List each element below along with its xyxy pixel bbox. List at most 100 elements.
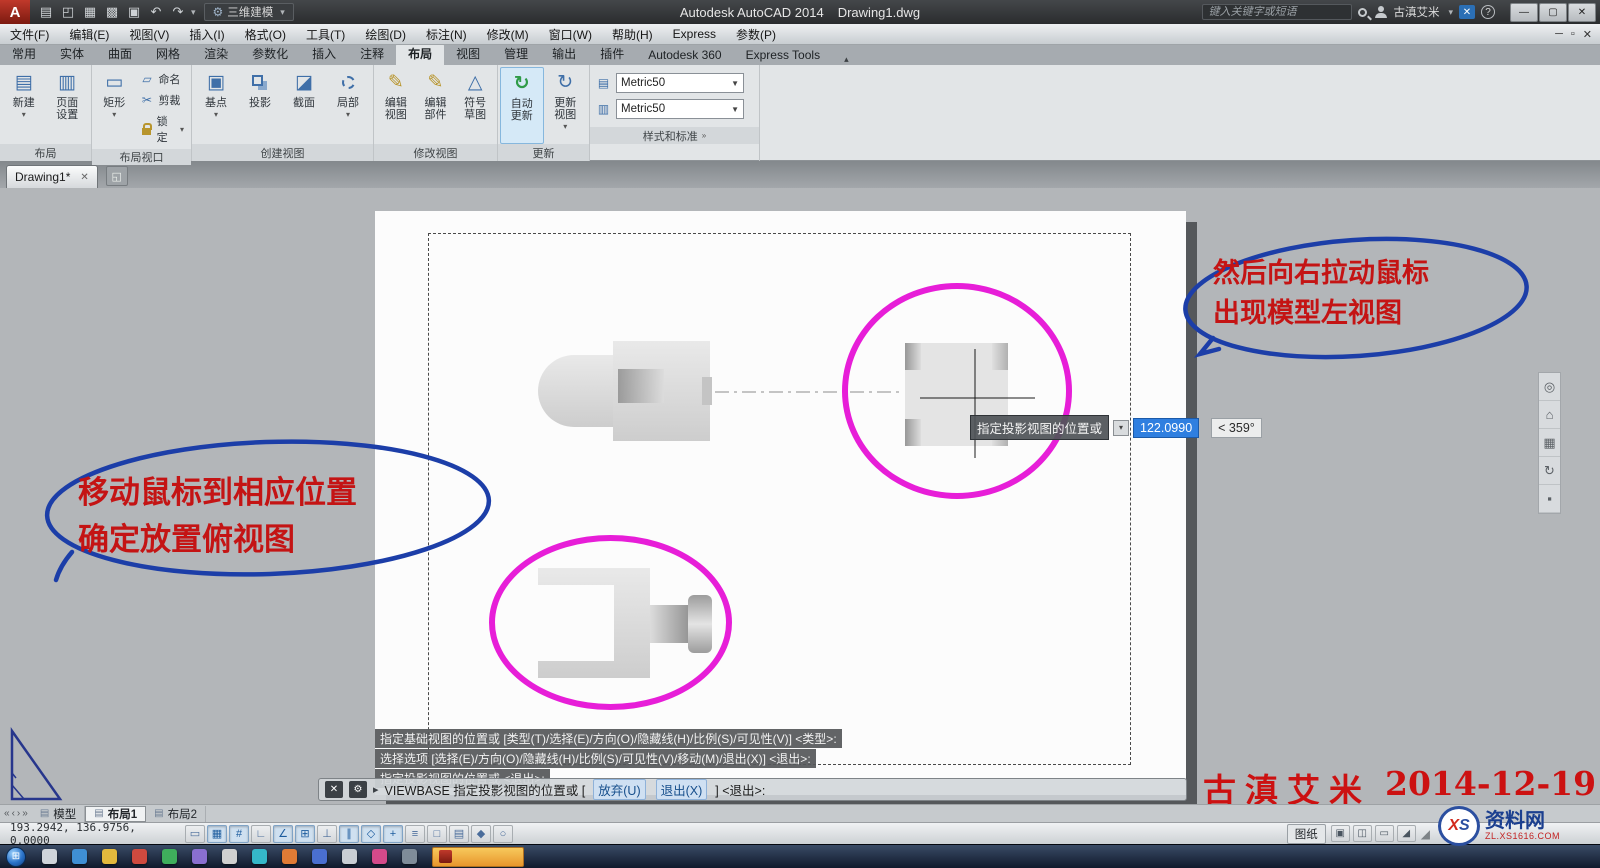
status-toggle-icon[interactable]: # [229,825,249,843]
menu-item[interactable]: 绘图(D) [355,24,416,45]
status-toggle-icon[interactable]: ▭ [185,825,205,843]
status-toggle-icon[interactable]: □ [427,825,447,843]
showmotion-icon[interactable]: ▪ [1539,485,1560,513]
command-history-toggle-icon[interactable]: ▸ [373,783,379,796]
status-toggle-icon[interactable]: ∟ [251,825,271,843]
menu-item[interactable]: 帮助(H) [602,24,663,45]
orbit-icon[interactable]: ↻ [1539,457,1560,485]
viewport-rect-button[interactable]: ▭ 矩形 ▾ [94,67,134,149]
ribbon-tab[interactable]: 输出 [540,43,588,65]
qat-icon[interactable]: ▩ [102,3,122,21]
section-view-button[interactable]: ◪ 截面 [282,67,326,144]
command-option-exit[interactable]: 退出(X) [656,779,708,800]
panel-title[interactable]: 布局 [0,144,91,161]
drawing-canvas[interactable]: 移动鼠标到相应位置 确定放置俯视图 然后向右拉动鼠标 出现模型左视图 古滇艾米 … [0,188,1600,804]
autocad-logo-icon[interactable]: A [0,0,30,24]
detail-view-button[interactable]: 局部 ▾ [326,67,370,144]
ribbon-tab[interactable]: 视图 [444,43,492,65]
projected-view-button[interactable]: 投影 [238,67,282,144]
panel-title[interactable]: 布局视口 [92,149,191,165]
taskbar-app-icon[interactable] [274,846,304,868]
new-layout-button[interactable]: ▤ 新建 ▾ [2,67,46,144]
doc-window-control[interactable]: ▫ [1571,28,1575,41]
search-icon[interactable] [1358,8,1367,17]
search-input[interactable] [1202,4,1352,20]
taskbar-app-icon[interactable] [184,846,214,868]
menu-item[interactable]: 编辑(E) [59,24,119,45]
edit-components-button[interactable]: ✎ 编辑 部件 [416,67,456,144]
auto-update-button[interactable]: ↻ 自动 更新 [500,67,544,144]
window-control-button[interactable]: ▢ [1539,3,1567,22]
dynamic-input-options-icon[interactable]: ▾ [1113,420,1129,436]
layout-tab-nav[interactable]: « ‹ › » [0,808,32,819]
panel-title[interactable]: 创建视图 [192,144,373,161]
status-toggle-icon[interactable]: + [383,825,403,843]
panel-title[interactable]: 修改视图 [374,144,497,161]
ribbon-tab[interactable]: 插件 [588,43,636,65]
layout-tab[interactable]: ▤ 模型 [32,806,85,822]
paper-model-toggle[interactable]: 图纸 [1287,824,1326,844]
first-tab-icon[interactable]: « [4,808,10,819]
last-tab-icon[interactable]: » [22,808,28,819]
ribbon-tab[interactable]: 常用 [0,43,48,65]
steering-wheel-icon[interactable]: ◎ [1539,373,1560,401]
status-toggle-icon[interactable]: ≡ [405,825,425,843]
panel-expander-icon[interactable]: » [702,131,706,140]
command-line[interactable]: ✕ ⚙ ▸ VIEWBASE 指定投影视图的位置或 [ 放弃(U) 退出(X) … [318,778,1187,801]
edit-view-button[interactable]: ✎ 编辑 视图 [376,67,416,144]
named-viewport-button[interactable]: ▱命名 [136,70,187,88]
layout-paper[interactable] [375,211,1186,795]
ribbon-tab[interactable]: Express Tools [734,46,832,65]
qat-icon[interactable]: ◰ [58,3,78,21]
zoom-icon[interactable]: ▦ [1539,429,1560,457]
menu-item[interactable]: 标注(N) [416,24,477,45]
panel-title[interactable]: 样式和标准 » [590,127,759,144]
qat-icon[interactable]: ▦ [80,3,100,21]
command-option-undo[interactable]: 放弃(U) [593,779,645,800]
distance-input[interactable]: 122.0990 [1133,418,1199,438]
status-toggle-icon[interactable]: ∠ [273,825,293,843]
qat-icon[interactable]: ↶ [146,3,166,21]
workspace-switcher[interactable]: ⚙ 三维建模 ▾ [204,3,294,21]
layout-tab[interactable]: ▤ 布局2 [146,806,206,822]
ribbon-tab[interactable]: 管理 [492,43,540,65]
ribbon-tab[interactable]: 插入 [300,43,348,65]
window-control-button[interactable]: — [1510,3,1538,22]
clip-viewport-button[interactable]: ✂剪裁 [136,91,187,109]
ribbon-tab[interactable]: 曲面 [96,43,144,65]
next-tab-icon[interactable]: › [17,808,20,819]
ribbon-tab[interactable]: 布局 [396,43,444,65]
status-toggle-icon[interactable]: ⊥ [317,825,337,843]
panel-title[interactable]: 更新 [498,144,589,161]
pan-icon[interactable]: ⌂ [1539,401,1560,429]
ribbon-tab[interactable]: 实体 [48,43,96,65]
chevron-down-icon[interactable]: ▾ [1448,7,1453,18]
status-toggle-icon[interactable]: ◆ [471,825,491,843]
doc-window-control[interactable]: ✕ [1583,28,1592,41]
status-right-icon[interactable]: ▣ [1331,825,1350,842]
qat-icon[interactable]: ▣ [124,3,144,21]
status-toggle-icon[interactable]: ◇ [361,825,381,843]
menu-item[interactable]: Express [663,24,726,45]
status-toggle-icon[interactable]: ∥ [339,825,359,843]
file-tab-drawing1[interactable]: Drawing1* ✕ [6,165,98,188]
close-icon[interactable]: ✕ [325,781,343,798]
status-right-icon[interactable]: ▭ [1375,825,1394,842]
help-icon[interactable]: ? [1481,5,1495,19]
ribbon-tab[interactable]: Autodesk 360 [636,46,733,65]
status-right-icon[interactable]: ◫ [1353,825,1372,842]
taskbar-active-app[interactable] [432,847,524,867]
status-right-icon[interactable]: ◢ [1397,825,1416,842]
page-setup-button[interactable]: ▥ 页面 设置 [46,67,90,144]
ribbon-tab[interactable]: 网格 [144,43,192,65]
lock-viewport-button[interactable]: 锁定▾ [136,112,187,146]
menu-item[interactable]: 格式(O) [235,24,296,45]
taskbar-app-icon[interactable] [394,846,424,868]
status-toggle-icon[interactable]: ⊞ [295,825,315,843]
new-tab-button[interactable]: ◱ [106,166,128,186]
taskbar-app-icon[interactable] [214,846,244,868]
ribbon-tab[interactable]: 渲染 [192,43,240,65]
ribbon-tab[interactable]: 注释 [348,43,396,65]
taskbar-app-icon[interactable] [364,846,394,868]
taskbar-app-icon[interactable] [64,846,94,868]
